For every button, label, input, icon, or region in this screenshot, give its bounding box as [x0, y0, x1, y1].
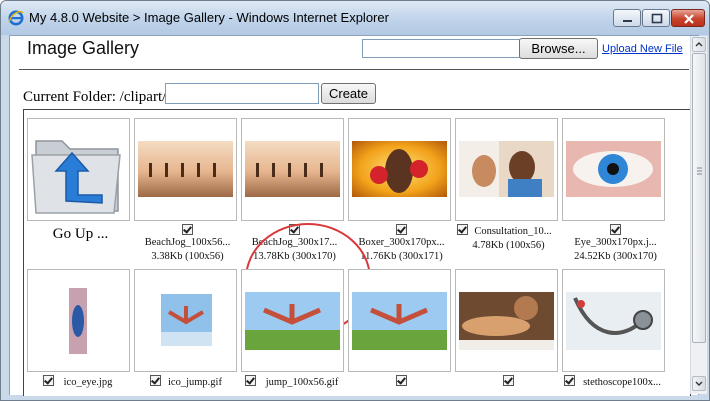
image-thumbnail[interactable]	[455, 118, 558, 221]
jump-image	[245, 292, 340, 350]
browse-button[interactable]: Browse...	[519, 38, 598, 59]
current-folder-label: Current Folder: /clipart/	[23, 89, 167, 105]
create-folder-button[interactable]: Create	[321, 83, 376, 104]
eye-icon-image	[69, 288, 87, 354]
page-title: Image Gallery	[27, 38, 140, 58]
select-checkbox[interactable]	[396, 375, 407, 386]
image-tile[interactable]: BeachJog_100x56... 3.38Kb (100x56)	[134, 118, 241, 270]
close-button[interactable]	[671, 9, 705, 27]
image-name: jump_100x56.gif	[265, 377, 339, 388]
ie-icon	[8, 10, 24, 26]
image-thumbnail[interactable]	[134, 118, 237, 221]
image-name: Eye_300x170px.j...	[574, 237, 657, 248]
file-path-input[interactable]	[362, 39, 522, 58]
minimize-button[interactable]	[613, 9, 641, 27]
jump-image	[352, 292, 447, 350]
select-checkbox[interactable]	[396, 224, 407, 235]
image-tile[interactable]: Consultation_10... 4.78Kb (100x56)	[455, 118, 562, 270]
image-thumbnail[interactable]	[455, 269, 558, 372]
image-thumbnail[interactable]	[241, 269, 344, 372]
image-name: BeachJog_100x56...	[144, 237, 231, 248]
minimize-icon	[623, 20, 632, 22]
window-title: My 4.8.0 Website > Image Gallery - Windo…	[29, 10, 389, 25]
image-name: ico_eye.jpg	[63, 377, 113, 388]
image-tile[interactable]: jump_100x56.gif	[241, 269, 348, 389]
select-checkbox[interactable]	[182, 224, 193, 235]
jump-icon-image	[161, 294, 212, 346]
image-tile[interactable]: stethoscope100x...	[562, 269, 669, 389]
image-grid: Go Up ... BeachJog_100x56... 3.38Kb (100…	[23, 109, 691, 396]
maximize-icon	[651, 13, 663, 24]
divider	[19, 69, 689, 70]
image-tile[interactable]	[348, 269, 455, 389]
image-thumbnail[interactable]	[348, 118, 451, 221]
grip-icon	[697, 167, 702, 175]
upload-new-file-link[interactable]: Upload New File	[602, 43, 683, 55]
image-thumbnail[interactable]	[241, 118, 344, 221]
image-tile[interactable]: Boxer_300x170px... 11.76Kb (300x171)	[348, 118, 455, 270]
image-tile[interactable]	[455, 269, 562, 389]
consultation-image	[459, 141, 554, 197]
new-folder-input[interactable]	[165, 83, 319, 104]
image-meta: 4.78Kb (100x56)	[472, 240, 545, 251]
image-thumbnail[interactable]	[562, 118, 665, 221]
image-tile[interactable]: Eye_300x170px.j... 24.52Kb (300x170)	[562, 118, 669, 270]
go-up-thumbnail[interactable]	[27, 118, 130, 221]
chevron-up-icon	[695, 42, 703, 47]
browser-window: My 4.8.0 Website > Image Gallery - Windo…	[0, 0, 710, 401]
scroll-down-button[interactable]	[692, 376, 706, 391]
chevron-down-icon	[695, 381, 703, 386]
image-meta: 3.38Kb (100x56)	[151, 251, 224, 262]
vertical-scrollbar[interactable]	[690, 36, 707, 394]
image-name: Boxer_300x170px...	[358, 237, 445, 248]
image-thumbnail[interactable]	[134, 269, 237, 372]
select-checkbox[interactable]	[610, 224, 621, 235]
close-icon	[684, 14, 694, 24]
maximize-button[interactable]	[642, 9, 670, 27]
image-tile[interactable]: ico_eye.jpg	[27, 269, 134, 389]
image-thumbnail[interactable]	[27, 269, 130, 372]
title-bar: My 4.8.0 Website > Image Gallery - Windo…	[1, 1, 709, 35]
go-up-label: Go Up ...	[52, 226, 109, 242]
boxer-image	[352, 141, 447, 197]
beach-jog-image	[138, 141, 233, 197]
scroll-thumb[interactable]	[692, 53, 706, 343]
image-name: ico_jump.gif	[168, 377, 222, 388]
image-meta: 24.52Kb (300x170)	[574, 251, 657, 262]
select-checkbox[interactable]	[245, 375, 256, 386]
image-thumbnail[interactable]	[562, 269, 665, 372]
stethoscope-image	[566, 292, 661, 350]
image-name: Consultation_10...	[474, 226, 552, 237]
page-content: Image Gallery Browse... Upload New File …	[9, 35, 699, 396]
image-name: stethoscope100x...	[583, 377, 661, 388]
image-thumbnail[interactable]	[348, 269, 451, 372]
select-checkbox[interactable]	[503, 375, 514, 386]
go-up-tile[interactable]: Go Up ...	[27, 118, 134, 270]
folder-up-icon	[31, 140, 121, 214]
beach-jog-image	[245, 141, 340, 197]
massage-image	[459, 292, 554, 350]
scroll-up-button[interactable]	[692, 37, 706, 52]
image-tile[interactable]: ico_jump.gif	[134, 269, 241, 389]
eye-image	[566, 141, 661, 197]
